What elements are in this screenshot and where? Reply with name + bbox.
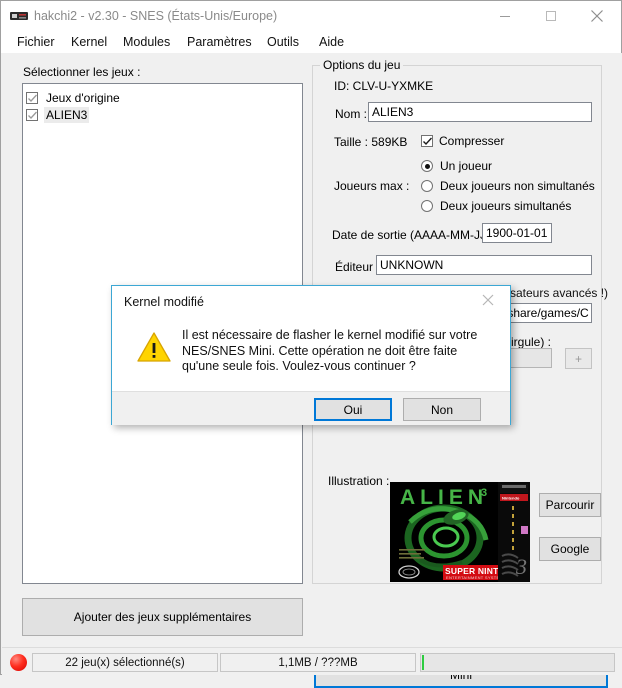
advanced-note-label: ilisateurs avancés !) bbox=[502, 286, 609, 300]
svg-text:3: 3 bbox=[515, 554, 527, 579]
status-selected-count: 22 jeu(x) sélectionné(s) bbox=[32, 653, 218, 672]
svg-text:Nintendo: Nintendo bbox=[502, 496, 520, 501]
game-list-label: Sélectionner les jeux : bbox=[23, 65, 141, 79]
close-icon[interactable] bbox=[465, 286, 510, 314]
radio-two-players-simultaneous[interactable]: Deux joueurs simultanés bbox=[421, 199, 571, 213]
release-date-input[interactable]: 1900-01-01 bbox=[482, 223, 552, 243]
menu-item-parametres[interactable]: Paramètres bbox=[179, 31, 260, 53]
compress-checkbox[interactable]: Compresser bbox=[421, 134, 504, 148]
arguments-label: virgule) : bbox=[505, 335, 552, 349]
players-max-label: Joueurs max : bbox=[334, 179, 410, 193]
command-input[interactable]: /share/games/C bbox=[500, 303, 592, 323]
dialog-body: Il est nécessaire de flasher le kernel m… bbox=[112, 314, 510, 391]
add-argument-button[interactable]: + bbox=[565, 348, 592, 369]
checkbox-icon[interactable] bbox=[26, 108, 38, 121]
warning-triangle-icon bbox=[137, 332, 171, 362]
close-icon[interactable] bbox=[574, 1, 620, 30]
list-item-label: Jeux d'origine bbox=[46, 90, 120, 105]
menu-item-fichier[interactable]: Fichier bbox=[9, 31, 63, 53]
radio-icon[interactable] bbox=[421, 160, 433, 172]
status-size-info: 1,1MB / ???MB bbox=[220, 653, 416, 672]
svg-text:3: 3 bbox=[481, 487, 487, 499]
menu-bar: Fichier Kernel Modules Paramètres Outils… bbox=[1, 31, 621, 53]
compress-label: Compresser bbox=[439, 134, 505, 148]
browse-button[interactable]: Parcourir bbox=[539, 493, 601, 517]
status-bar: 22 jeu(x) sélectionné(s) 1,1MB / ???MB bbox=[2, 647, 622, 675]
kernel-modified-dialog: Kernel modifié Il est nécessaire de flas… bbox=[111, 285, 511, 425]
name-input[interactable]: ALIEN3 bbox=[368, 102, 592, 122]
status-progress-bar bbox=[420, 653, 615, 672]
svg-text:ENTERTAINMENT SYSTEM: ENTERTAINMENT SYSTEM bbox=[446, 575, 503, 580]
game-id-label: ID: CLV-U-YXMKE bbox=[334, 79, 434, 93]
no-button[interactable]: Non bbox=[403, 398, 481, 421]
dialog-title: Kernel modifié bbox=[124, 295, 204, 309]
release-date-label: Date de sortie (AAAA-MM-JJ) : bbox=[332, 228, 497, 242]
list-item-label: ALIEN3 bbox=[44, 106, 90, 123]
dialog-message: Il est nécessaire de flasher le kernel m… bbox=[182, 328, 478, 373]
radio-icon[interactable] bbox=[421, 200, 433, 212]
publisher-input[interactable]: UNKNOWN bbox=[376, 255, 592, 275]
maximize-icon[interactable] bbox=[528, 1, 574, 30]
google-button[interactable]: Google bbox=[539, 537, 601, 561]
list-item[interactable]: Jeux d'origine bbox=[26, 89, 300, 106]
checkbox-icon[interactable] bbox=[26, 91, 38, 104]
radio-two-players-not-simultaneous[interactable]: Deux joueurs non simultanés bbox=[421, 179, 595, 193]
window-title: hakchi2 - v2.30 - SNES (États-Unis/Europ… bbox=[34, 9, 278, 23]
list-item[interactable]: ALIEN3 bbox=[26, 106, 300, 123]
radio-icon[interactable] bbox=[421, 180, 433, 192]
radio-one-player[interactable]: Un joueur bbox=[421, 159, 492, 173]
radio-label: Deux joueurs non simultanés bbox=[440, 179, 595, 193]
publisher-label: Éditeur : bbox=[335, 260, 380, 274]
progress-fill bbox=[422, 655, 424, 670]
menu-item-aide[interactable]: Aide bbox=[311, 31, 352, 53]
radio-label: Deux joueurs simultanés bbox=[440, 199, 572, 213]
red-led-icon bbox=[10, 654, 27, 671]
yes-button[interactable]: Oui bbox=[314, 398, 392, 421]
title-bar: hakchi2 - v2.30 - SNES (États-Unis/Europ… bbox=[1, 1, 621, 31]
checkbox-icon[interactable] bbox=[421, 135, 433, 147]
alien3-boxart-image: ALIEN 3 SUPER NINTENDO ENTERTAINMENT SYS… bbox=[390, 482, 530, 582]
svg-text:ALIEN: ALIEN bbox=[400, 486, 488, 509]
menu-item-outils[interactable]: Outils bbox=[259, 31, 307, 53]
illustration-label: Illustration : bbox=[328, 474, 390, 488]
game-options-legend: Options du jeu bbox=[320, 58, 404, 72]
menu-item-modules[interactable]: Modules bbox=[115, 31, 178, 53]
size-label: Taille : 589KB bbox=[334, 135, 408, 149]
illustration-preview[interactable]: ALIEN 3 SUPER NINTENDO ENTERTAINMENT SYS… bbox=[390, 482, 530, 582]
dialog-footer: Oui Non bbox=[112, 391, 510, 425]
main-window: hakchi2 - v2.30 - SNES (États-Unis/Europ… bbox=[0, 0, 622, 688]
console-icon bbox=[10, 10, 28, 22]
name-label: Nom : bbox=[335, 107, 368, 121]
minimize-icon[interactable] bbox=[482, 1, 528, 30]
add-extra-games-button[interactable]: Ajouter des jeux supplémentaires bbox=[22, 598, 303, 636]
menu-item-kernel[interactable]: Kernel bbox=[63, 31, 115, 53]
radio-label: Un joueur bbox=[440, 159, 493, 173]
